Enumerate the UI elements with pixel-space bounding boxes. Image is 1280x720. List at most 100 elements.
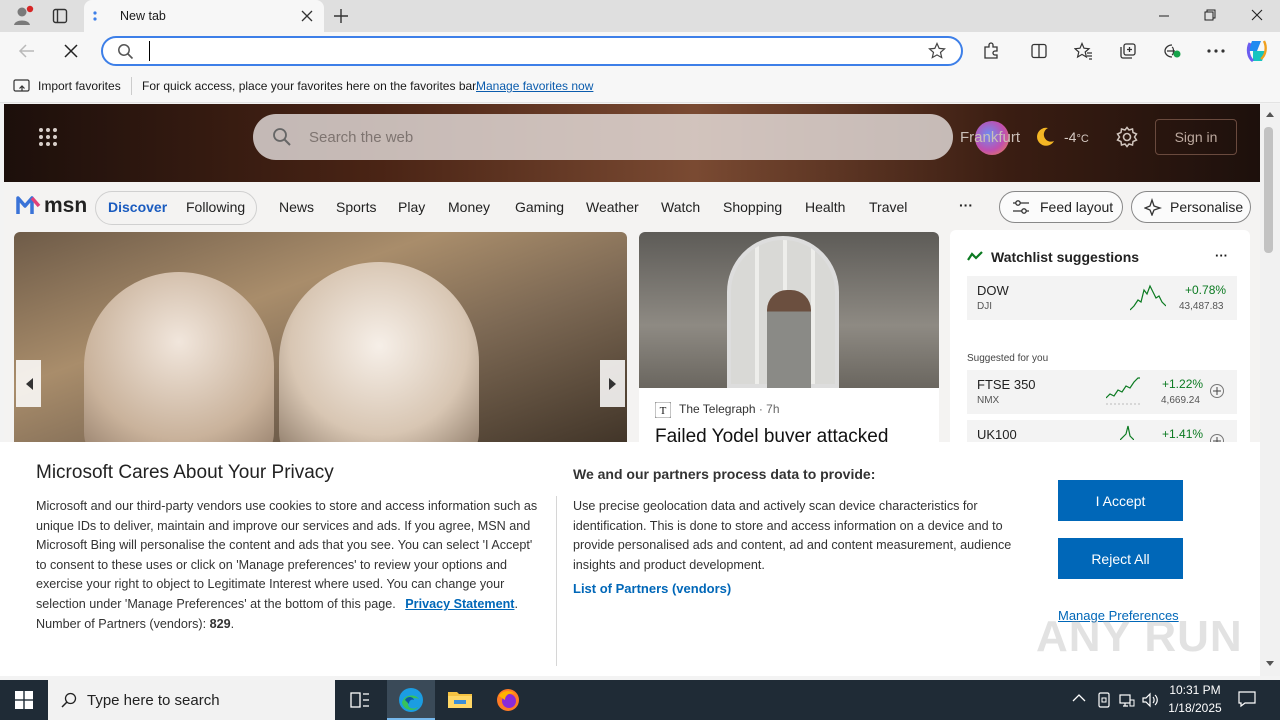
- scroll-up-icon[interactable]: [1265, 110, 1275, 118]
- stock-change: +0.78%: [1185, 283, 1227, 297]
- windows-start-icon[interactable]: [15, 691, 33, 709]
- stock-change: +1.41%: [1162, 427, 1204, 441]
- feed-layout-button[interactable]: Feed layout: [999, 191, 1123, 223]
- browser-essentials-icon[interactable]: [1163, 42, 1182, 60]
- scroll-thumb[interactable]: [1264, 127, 1273, 253]
- volume-icon[interactable]: [1142, 692, 1160, 708]
- stock-sub: DJI: [977, 301, 992, 312]
- personalise-button[interactable]: Personalise: [1131, 191, 1251, 223]
- privacy-body-text: Microsoft and our third-party vendors us…: [36, 499, 538, 611]
- dow-sparkline-icon: [1130, 282, 1166, 312]
- nav-more-button[interactable]: ···: [959, 197, 973, 213]
- data-processing-body: Use precise geolocation data and activel…: [573, 499, 1012, 572]
- restore-button[interactable]: [1204, 9, 1216, 21]
- temperature-value: -4: [1064, 129, 1077, 145]
- import-favorites-icon[interactable]: [13, 78, 31, 94]
- text-cursor: [149, 41, 150, 61]
- story-card[interactable]: T The Telegraph · 7h Failed Yodel buyer …: [639, 232, 939, 452]
- new-tab-button[interactable]: [333, 8, 349, 24]
- minimize-button[interactable]: [1158, 9, 1170, 23]
- nav-travel[interactable]: Travel: [869, 199, 907, 215]
- split-screen-icon[interactable]: [1030, 42, 1048, 60]
- nav-sports[interactable]: Sports: [336, 199, 376, 215]
- stock-sub: NMX: [977, 395, 1000, 406]
- stock-name: UK100: [977, 427, 1017, 442]
- copilot-icon[interactable]: [1244, 39, 1270, 63]
- sign-in-button[interactable]: Sign in: [1155, 119, 1237, 155]
- watermark-text: ANY RUN: [1036, 612, 1243, 661]
- manage-favorites-link[interactable]: Manage favorites now: [476, 79, 593, 93]
- story-age: · 7h: [758, 402, 780, 416]
- stock-name: FTSE 350: [977, 377, 1036, 392]
- story-source-name: The Telegraph: [679, 402, 756, 416]
- carousel-next-button[interactable]: [600, 360, 625, 407]
- suggested-label: Suggested for you: [967, 353, 1049, 364]
- tray-device-icon[interactable]: [1097, 692, 1111, 708]
- svg-text:T: T: [660, 405, 667, 417]
- trend-icon: [967, 250, 983, 262]
- nav-money[interactable]: Money: [448, 199, 490, 215]
- add-stock-icon[interactable]: [1210, 384, 1224, 398]
- nav-watch[interactable]: Watch: [661, 199, 700, 215]
- extensions-icon[interactable]: [982, 42, 1000, 60]
- address-input[interactable]: [146, 40, 906, 62]
- temperature-unit: °C: [1076, 133, 1089, 145]
- nav-news[interactable]: News: [279, 199, 314, 215]
- favorites-icon[interactable]: [1074, 42, 1093, 60]
- close-window-button[interactable]: [1251, 9, 1263, 21]
- profile-avatar-icon[interactable]: [12, 5, 34, 27]
- task-view-icon[interactable]: [350, 690, 370, 710]
- uk100-sparkline-icon: [1120, 424, 1134, 440]
- msn-search-icon: [272, 127, 292, 147]
- tab-loading-icon: [92, 10, 98, 22]
- sliders-icon: [1012, 199, 1030, 215]
- apps-grid-icon[interactable]: [38, 127, 58, 147]
- nav-shopping[interactable]: Shopping: [723, 199, 782, 215]
- workspaces-icon[interactable]: [52, 8, 68, 24]
- watchlist-more-button[interactable]: ···: [1215, 248, 1228, 263]
- person-photo-left: [84, 272, 274, 452]
- weather-location[interactable]: Frankfurt: [960, 129, 1020, 146]
- back-icon[interactable]: [18, 43, 36, 59]
- settings-more-icon[interactable]: [1207, 49, 1225, 53]
- tab-following[interactable]: Following: [186, 199, 245, 215]
- notifications-icon[interactable]: [1238, 690, 1256, 708]
- taskbar-search[interactable]: Type here to search: [48, 680, 335, 720]
- collections-icon[interactable]: [1119, 42, 1137, 60]
- firefox-icon[interactable]: [496, 688, 520, 712]
- watchlist-title: Watchlist suggestions: [991, 249, 1140, 265]
- clock-time[interactable]: 10:31 PM: [1168, 683, 1222, 697]
- privacy-statement-link[interactable]: Privacy Statement: [405, 597, 514, 611]
- search-icon: [117, 43, 134, 60]
- tab-title: New tab: [120, 9, 166, 23]
- msn-logo-text: msn: [44, 194, 88, 217]
- nav-gaming[interactable]: Gaming: [515, 199, 564, 215]
- carousel-prev-button[interactable]: [16, 360, 41, 407]
- privacy-body: Microsoft and our third-party vendors us…: [36, 499, 538, 631]
- msn-logo-icon[interactable]: [16, 192, 42, 218]
- tray-chevron-icon[interactable]: [1072, 693, 1086, 703]
- network-icon[interactable]: [1119, 692, 1135, 708]
- tab-discover[interactable]: Discover: [108, 199, 167, 215]
- file-explorer-icon[interactable]: [447, 688, 473, 710]
- stop-loading-icon[interactable]: [63, 43, 79, 59]
- nav-play[interactable]: Play: [398, 199, 425, 215]
- settings-gear-icon[interactable]: [1116, 126, 1138, 148]
- import-favorites-label[interactable]: Import favorites: [38, 79, 121, 93]
- partners-list-link[interactable]: List of Partners (vendors): [573, 581, 731, 596]
- privacy-title: Microsoft Cares About Your Privacy: [36, 462, 334, 483]
- msn-search-placeholder: Search the web: [309, 129, 414, 146]
- edge-icon: [397, 686, 425, 714]
- clock-date[interactable]: 1/18/2025: [1166, 701, 1224, 715]
- hero-story-image[interactable]: [14, 232, 627, 452]
- tab-close-icon[interactable]: [300, 9, 314, 23]
- favorite-star-icon[interactable]: [928, 42, 946, 60]
- nav-weather[interactable]: Weather: [586, 199, 639, 215]
- ftse-sparkline-icon: [1106, 374, 1140, 406]
- favorites-hint: For quick access, place your favorites h…: [142, 79, 479, 93]
- nav-health[interactable]: Health: [805, 199, 845, 215]
- data-processing-heading: We and our partners process data to prov…: [573, 466, 876, 482]
- scroll-down-icon[interactable]: [1265, 660, 1275, 668]
- accept-button[interactable]: I Accept: [1058, 480, 1183, 521]
- reject-all-button[interactable]: Reject All: [1058, 538, 1183, 579]
